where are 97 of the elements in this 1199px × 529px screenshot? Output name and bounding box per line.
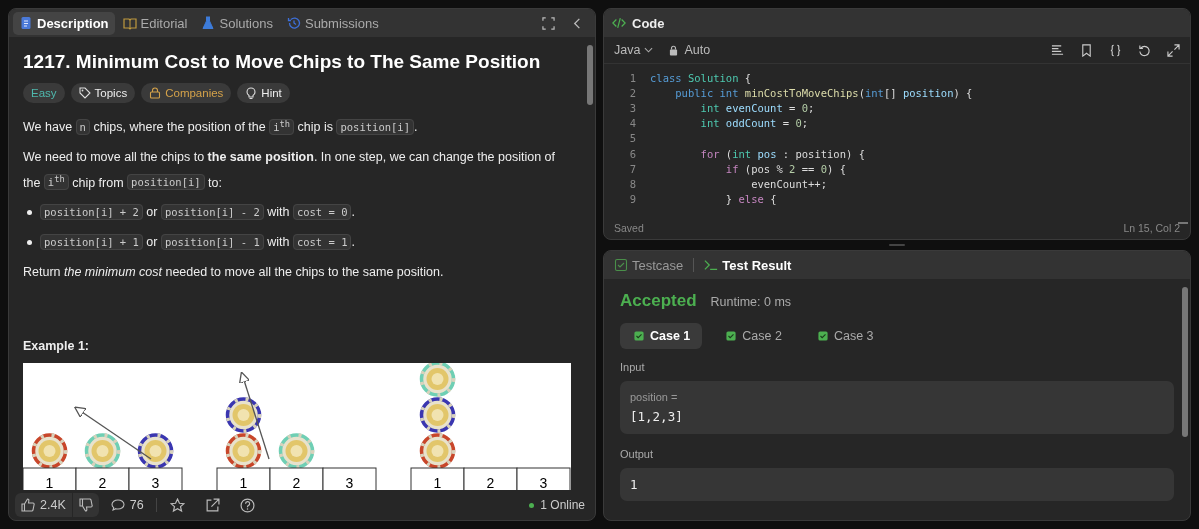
- chip-drawing: [419, 397, 456, 433]
- case-tab[interactable]: Case 2: [712, 323, 794, 349]
- line-number: 6: [628, 147, 636, 160]
- book-icon: [122, 16, 137, 30]
- comments-button[interactable]: 76: [104, 493, 150, 517]
- example-heading: Example 1:: [23, 339, 90, 353]
- thumbs-down-icon: [78, 498, 93, 512]
- line-number: 1: [628, 71, 636, 84]
- code-line: class Solution {: [650, 71, 752, 84]
- bullet-icon: [27, 210, 32, 215]
- verdict-label: Accepted: [620, 291, 697, 311]
- code-line: int oddCount = 0;: [699, 117, 809, 130]
- position-label: 1: [433, 475, 442, 490]
- flask-icon: [201, 16, 216, 30]
- braces-icon[interactable]: [1109, 43, 1122, 57]
- panel-tab[interactable]: Submissions: [280, 11, 385, 35]
- language-dropdown[interactable]: Java: [614, 43, 654, 57]
- online-status-icon: [529, 502, 535, 508]
- expand-icon[interactable]: [1167, 43, 1180, 57]
- panel-tab[interactable]: Description: [13, 11, 115, 35]
- tag-chip[interactable]: Hint: [237, 83, 290, 103]
- position-label: 3: [151, 475, 160, 490]
- checkbox-icon: [614, 258, 628, 272]
- line-number: 4: [628, 117, 636, 130]
- paragraph: position[i] + 1 or position[i] - 1 with cost = 1 .: [40, 231, 355, 253]
- code-line: evenCount++;: [750, 177, 827, 190]
- tag-chip[interactable]: Easy: [23, 83, 65, 103]
- document-icon: [19, 16, 33, 30]
- panel-title: Code: [632, 15, 665, 31]
- position-label: 3: [345, 475, 354, 490]
- arrow-icon: [238, 371, 270, 460]
- terminal-icon: [704, 258, 719, 272]
- share-icon[interactable]: [204, 497, 220, 513]
- history-icon: [286, 16, 301, 30]
- panel-tab[interactable]: Testcase: [608, 253, 690, 277]
- cursor-position: Ln 15, Col 2: [1123, 222, 1180, 234]
- code-line: if (pos % 2 == 0) {: [724, 162, 846, 175]
- check-icon: [634, 331, 644, 341]
- paragraph: Return the minimum cost needed to move all the chips to the same position.: [23, 264, 444, 281]
- online-count: 1 Online: [540, 498, 585, 512]
- lock-icon: [669, 44, 679, 56]
- code-line: public int minCostToMoveChips(int[] position) {: [674, 86, 973, 99]
- code-icon: [612, 16, 626, 30]
- panel-tab[interactable]: Editorial: [116, 11, 194, 35]
- line-number: 2: [628, 86, 636, 99]
- paragraph: position[i] + 2 or position[i] - 2 with cost = 0 .: [40, 201, 355, 223]
- paragraph: We need to move all the chips to the same position. In one step, we can change the position of the i$^{th}$ chip from position[i] to:: [23, 148, 557, 192]
- case-tab[interactable]: Case 1: [620, 323, 703, 349]
- tag-chip[interactable]: Topics: [70, 83, 136, 103]
- check-icon: [726, 331, 737, 341]
- panel-tab[interactable]: Solutions: [195, 11, 279, 35]
- reset-icon[interactable]: [1138, 43, 1151, 57]
- caret-icon: [644, 47, 654, 53]
- variable-name: position =: [630, 391, 679, 403]
- bulb-icon: [245, 87, 258, 99]
- mode-label: Auto: [684, 43, 711, 57]
- line-number: 3: [628, 101, 636, 114]
- position-label: 2: [292, 475, 301, 490]
- scroll-marker: [1178, 222, 1188, 224]
- input-value: [1,2,3]: [630, 409, 684, 424]
- problem-title: 1217. Minimum Cost to Move Chips to The Same Position: [23, 51, 542, 73]
- save-status: Saved: [614, 222, 644, 234]
- format-icon[interactable]: [1051, 43, 1064, 57]
- arrow-icon: [74, 406, 152, 460]
- comment-icon: [110, 498, 125, 512]
- position-label: 1: [45, 475, 54, 490]
- fullscreen-icon[interactable]: [542, 16, 555, 30]
- star-icon[interactable]: [169, 497, 185, 513]
- line-number: 8: [628, 177, 636, 190]
- help-icon[interactable]: [239, 497, 255, 513]
- code-line: int evenCount = 0;: [699, 101, 815, 114]
- position-label: 2: [98, 475, 107, 490]
- paragraph: We have n chips, where the position of the i$^{th}$ chip is position[i] .: [23, 117, 418, 137]
- bookmark-icon[interactable]: [1080, 43, 1093, 57]
- case-tab[interactable]: Case 3: [803, 323, 886, 349]
- code-line: for (int pos : position) {: [699, 147, 865, 160]
- position-label: 2: [486, 475, 495, 490]
- line-number: 9: [628, 193, 636, 206]
- position-label: 1: [239, 475, 248, 490]
- output-value: 1: [630, 477, 639, 492]
- chip-drawing: [419, 363, 456, 397]
- panel-tab[interactable]: Test Result: [698, 253, 798, 277]
- tag-icon: [78, 87, 91, 99]
- tag-chip[interactable]: Companies: [141, 83, 232, 103]
- input-label: Input: [620, 361, 646, 373]
- chip-drawing: [225, 397, 262, 433]
- code-line: } else {: [724, 193, 777, 206]
- check-icon: [817, 331, 828, 341]
- line-number: 5: [628, 132, 636, 145]
- line-number: 7: [628, 162, 636, 175]
- output-label: Output: [620, 448, 655, 460]
- resize-handle[interactable]: [889, 244, 905, 246]
- lock-icon: [149, 87, 162, 99]
- thumbs-up-icon: [21, 498, 35, 512]
- position-label: 3: [539, 475, 548, 490]
- runtime-label: Runtime: 0 ms: [710, 295, 792, 309]
- bullet-icon: [27, 240, 32, 245]
